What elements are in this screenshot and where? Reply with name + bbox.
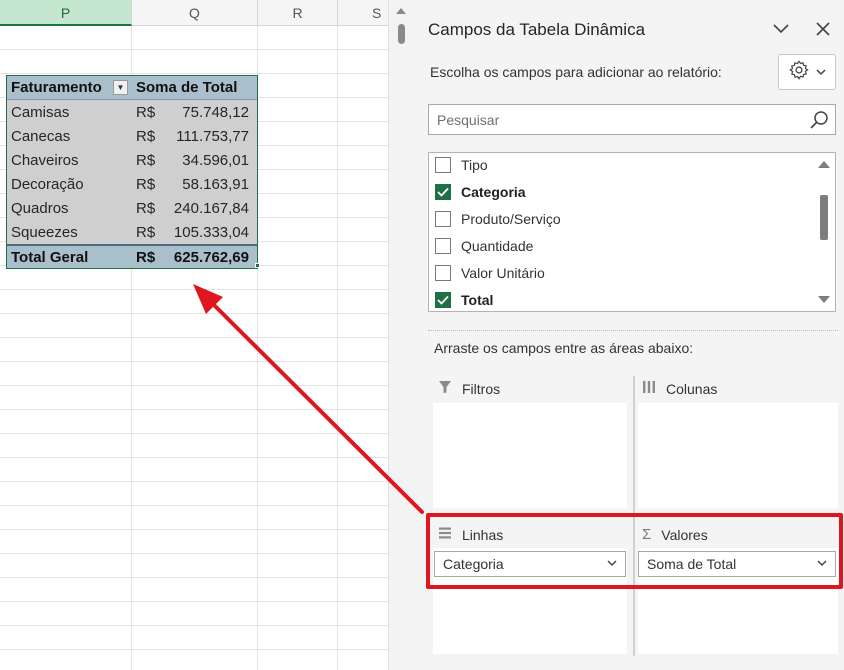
red-arrow-annotation [193, 284, 424, 514]
